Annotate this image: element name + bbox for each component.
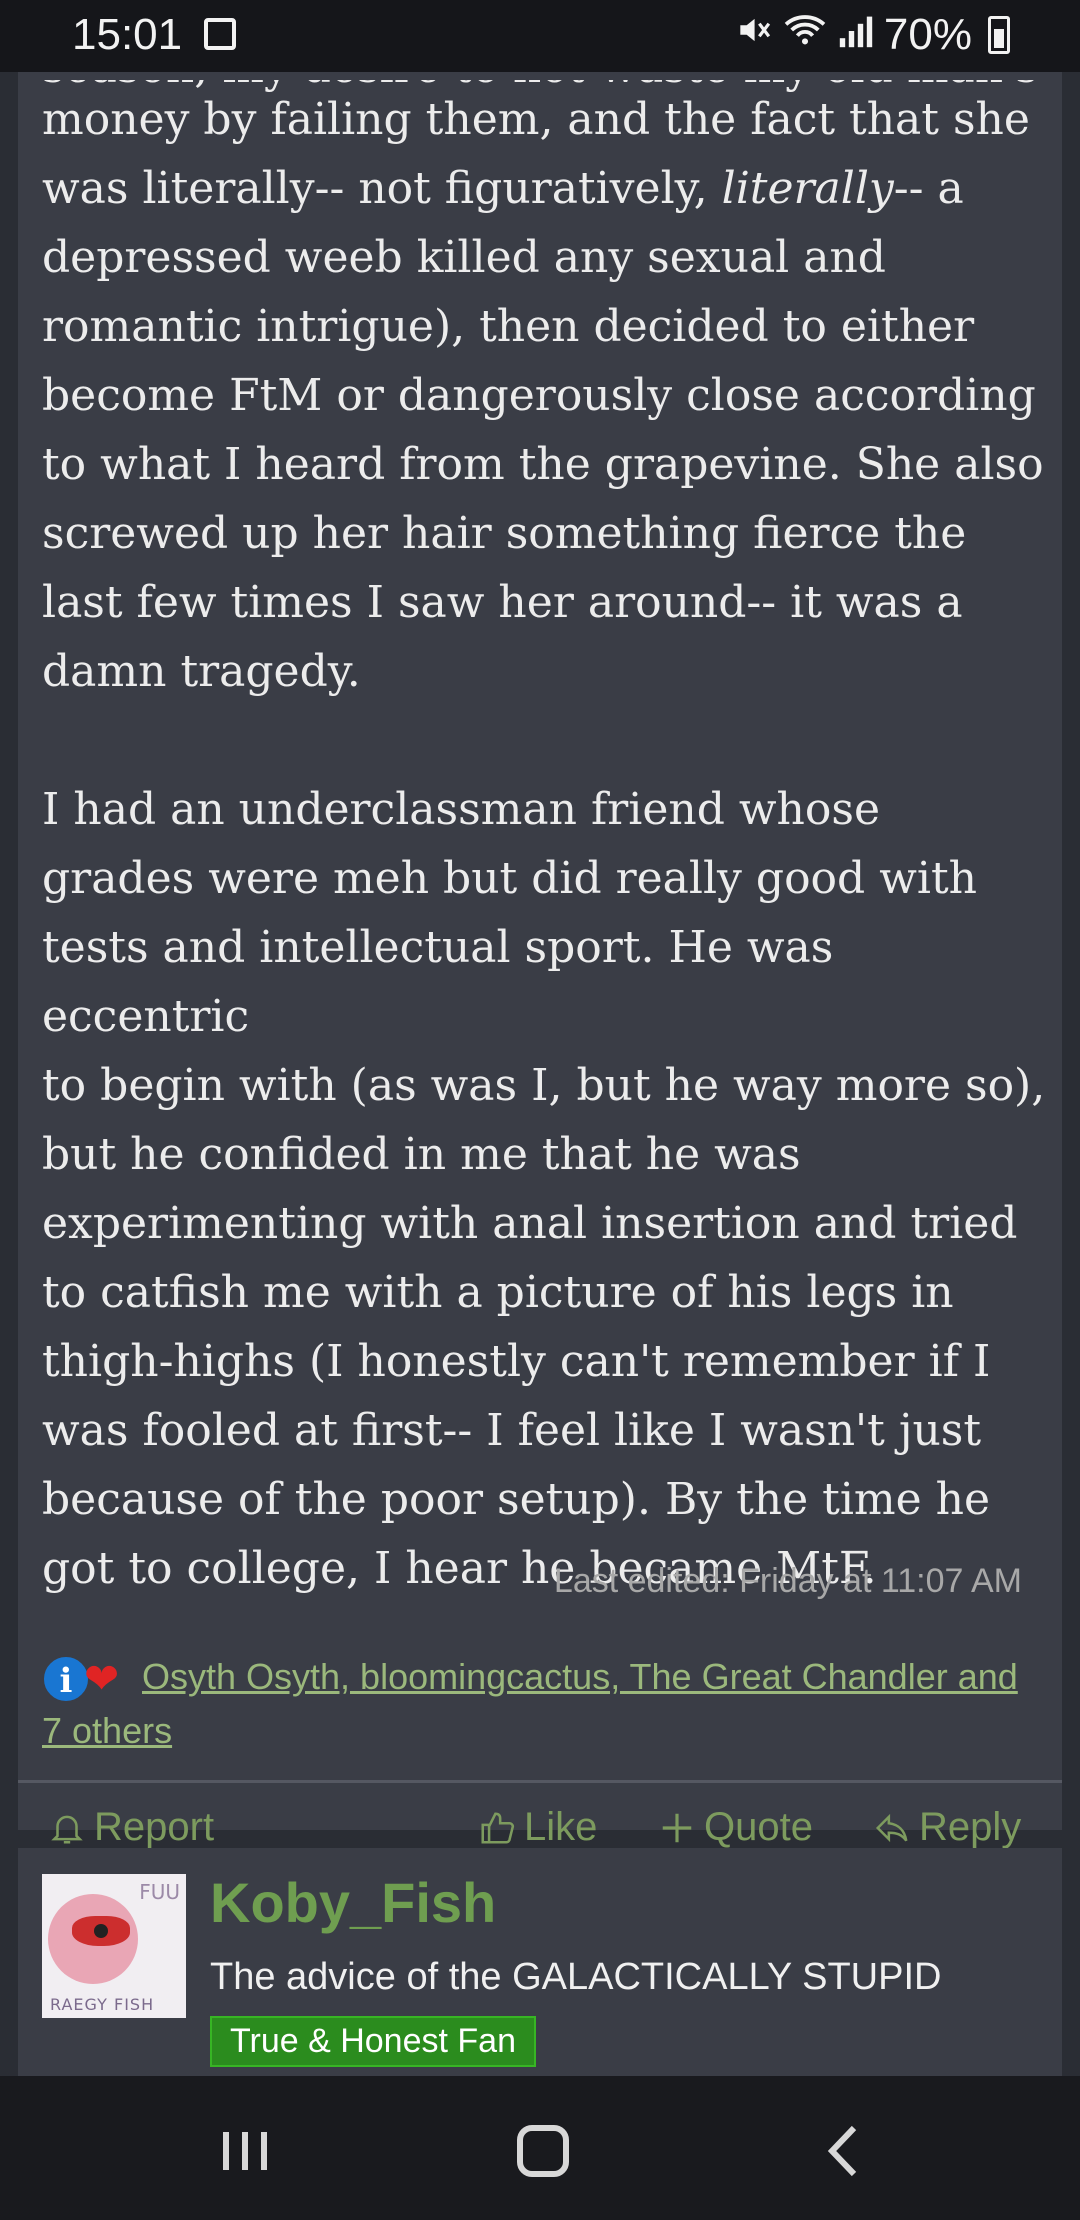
clock: 15:01 <box>72 10 183 59</box>
thumbs-up-icon <box>481 1811 515 1844</box>
recent-apps-button[interactable] <box>210 2116 280 2186</box>
reactions-bar[interactable]: i ❤ Osyth Osyth, bloomingcactus, The Gre… <box>42 1650 1042 1758</box>
post-paragraph-2: I had an underclassman friend whose grad… <box>42 784 1046 1594</box>
italic-emphasis: literally <box>721 163 894 214</box>
user-badge: True & Honest Fan <box>210 2016 536 2067</box>
reply-arrow-icon <box>875 1813 908 1842</box>
avatar-fish-eye <box>72 1916 130 1946</box>
bell-icon <box>51 1815 83 1844</box>
plus-icon <box>662 1813 692 1842</box>
last-edited: Last edited: Friday at 11:07 AM <box>553 1562 1022 1600</box>
avatar-caption: RAEGY FISH <box>50 1995 155 2014</box>
avatar[interactable]: FUU RAEGY FISH <box>42 1874 186 2018</box>
post-paragraph-1: money by failing them, and the fact that… <box>42 94 1044 697</box>
system-nav-bar <box>0 2076 1080 2220</box>
recent-apps-icon <box>223 2132 267 2170</box>
avatar-text: FUU <box>139 1880 180 1904</box>
back-button[interactable] <box>810 2116 880 2186</box>
status-bar: 15:01 70% <box>0 0 1080 72</box>
reaction-icons: i ❤ <box>42 1655 142 1704</box>
divider <box>18 1780 1062 1783</box>
reaction-users-link[interactable]: Osyth Osyth, bloomingcactus, The Great C… <box>42 1656 1018 1751</box>
wifi-icon <box>782 10 828 60</box>
home-icon <box>517 2125 569 2177</box>
like-button[interactable]: Like <box>478 1805 597 1850</box>
info-reaction-icon: i <box>42 1655 90 1704</box>
battery-percent: 70% <box>883 10 972 59</box>
quote-button[interactable]: Quote <box>658 1805 813 1850</box>
report-button[interactable]: Report <box>48 1805 214 1850</box>
status-icons: 70% <box>734 10 1010 60</box>
image-icon <box>204 18 236 50</box>
home-button[interactable] <box>508 2116 578 2186</box>
username-link[interactable]: Koby_Fish <box>210 1870 496 1935</box>
battery-icon <box>988 16 1010 54</box>
heart-reaction-icon: ❤ <box>84 1655 120 1703</box>
signal-icon <box>838 10 874 60</box>
mute-icon <box>734 10 772 60</box>
user-title: The advice of the GALACTICALLY STUPID <box>210 1956 942 1998</box>
post-card: season, my desire to not waste my old ma… <box>18 40 1062 1849</box>
post-body: money by failing them, and the fact that… <box>42 85 1052 1603</box>
reply-button[interactable]: Reply <box>873 1805 1021 1850</box>
next-post-card: FUU RAEGY FISH Koby_Fish The advice of t… <box>18 1848 1062 2080</box>
back-icon <box>827 2125 857 2177</box>
